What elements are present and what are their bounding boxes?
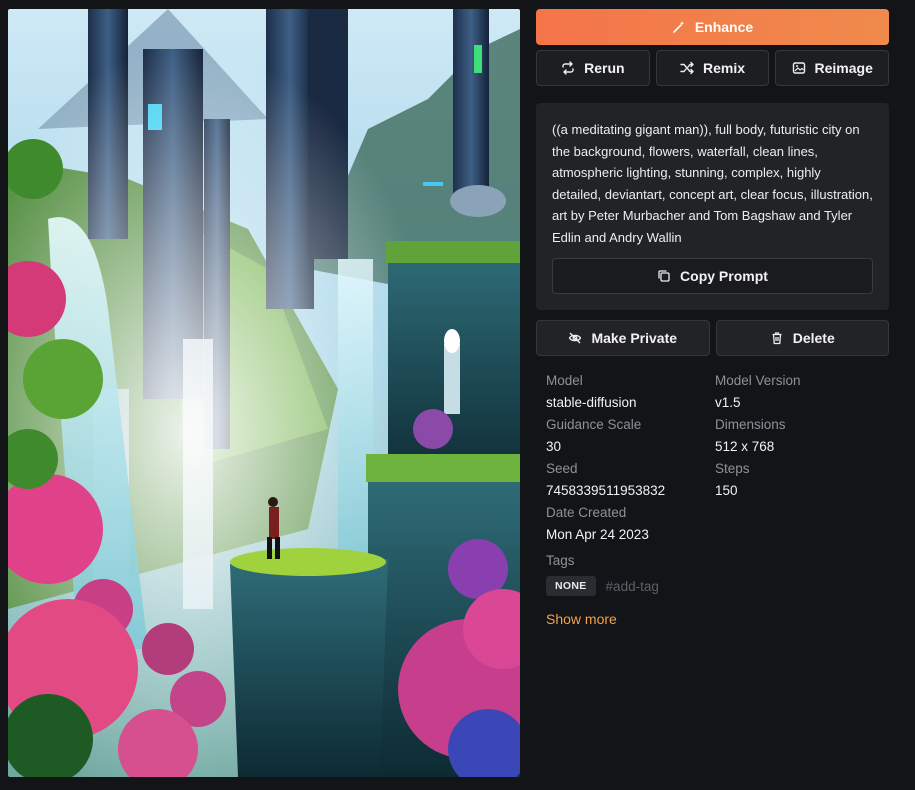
enhance-button[interactable]: Enhance bbox=[536, 9, 889, 45]
tags-label: Tags bbox=[546, 553, 575, 568]
copy-prompt-button[interactable]: Copy Prompt bbox=[552, 258, 873, 294]
delete-label: Delete bbox=[792, 330, 835, 346]
seed-field: Seed 7458339511953832 bbox=[546, 460, 715, 499]
shuffle-icon bbox=[680, 61, 694, 75]
dimensions-label: Dimensions bbox=[715, 417, 786, 432]
repeat-icon bbox=[562, 61, 574, 75]
image-icon bbox=[792, 62, 805, 74]
prompt-card: ((a meditating gigant man)), full body, … bbox=[536, 103, 889, 310]
add-tag-input[interactable]: #add-tag bbox=[606, 579, 659, 594]
model-version-label: Model Version bbox=[715, 373, 801, 388]
reimage-label: Reimage bbox=[814, 60, 873, 76]
model-value: stable-diffusion bbox=[546, 395, 637, 410]
details-panel: Enhance Rerun Remix Reimage ((a meditati… bbox=[536, 9, 890, 627]
rerun-label: Rerun bbox=[584, 60, 625, 76]
tags-section: Tags NONE #add-tag Show more bbox=[536, 553, 889, 627]
delete-button[interactable]: Delete bbox=[715, 320, 889, 356]
steps-field: Steps 150 bbox=[715, 460, 885, 499]
image-details: Model stable-diffusion Model Version v1.… bbox=[536, 372, 889, 543]
make-private-button[interactable]: Make Private bbox=[536, 320, 710, 356]
enhance-label: Enhance bbox=[694, 19, 754, 35]
remix-label: Remix bbox=[702, 60, 746, 76]
dimensions-field: Dimensions 512 x 768 bbox=[715, 416, 885, 455]
steps-value: 150 bbox=[715, 483, 738, 498]
model-version-field: Model Version v1.5 bbox=[715, 372, 885, 411]
model-version-value: v1.5 bbox=[715, 395, 741, 410]
make-private-label: Make Private bbox=[591, 330, 678, 346]
guidance-label: Guidance Scale bbox=[546, 417, 642, 432]
copy-prompt-label: Copy Prompt bbox=[680, 268, 768, 284]
tag-none[interactable]: NONE bbox=[546, 576, 596, 596]
prompt-text: ((a meditating gigant man)), full body, … bbox=[552, 122, 873, 245]
date-field: Date Created Mon Apr 24 2023 bbox=[546, 504, 715, 543]
show-more-link[interactable]: Show more bbox=[546, 611, 889, 627]
copy-icon bbox=[658, 270, 670, 282]
reimage-button[interactable]: Reimage bbox=[775, 50, 890, 86]
date-label: Date Created bbox=[546, 505, 627, 520]
trash-icon bbox=[772, 332, 782, 345]
dimensions-value: 512 x 768 bbox=[715, 439, 775, 454]
model-label: Model bbox=[546, 373, 583, 388]
eye-off-icon bbox=[569, 332, 582, 344]
steps-label: Steps bbox=[715, 461, 750, 476]
guidance-field: Guidance Scale 30 bbox=[546, 416, 715, 455]
date-value: Mon Apr 24 2023 bbox=[546, 527, 649, 542]
remix-button[interactable]: Remix bbox=[655, 50, 770, 86]
model-field: Model stable-diffusion bbox=[546, 372, 715, 411]
guidance-value: 30 bbox=[546, 439, 562, 454]
seed-value: 7458339511953832 bbox=[546, 483, 666, 498]
seed-label: Seed bbox=[546, 461, 578, 476]
generated-image[interactable] bbox=[8, 9, 520, 777]
magic-wand-icon bbox=[673, 21, 685, 33]
rerun-button[interactable]: Rerun bbox=[536, 50, 650, 86]
